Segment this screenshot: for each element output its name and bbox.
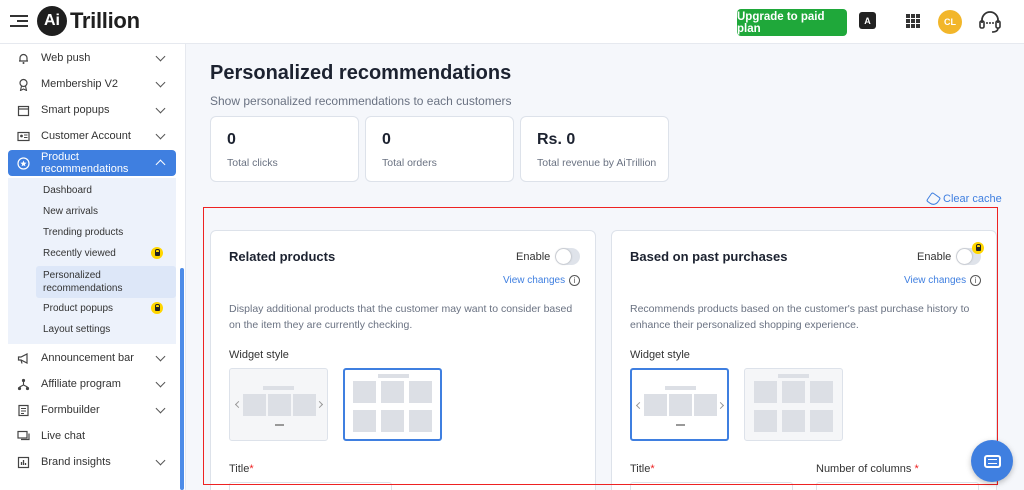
sidebar-scrollbar[interactable] — [180, 268, 184, 490]
submenu-item-trending-products[interactable]: Trending products — [43, 227, 123, 238]
submenu-item-layout-settings[interactable]: Layout settings — [43, 324, 110, 335]
sidebar-item-membership-v2[interactable]: Membership V2 — [8, 72, 176, 96]
sidebar-item-announcement-bar[interactable]: Announcement bar — [8, 346, 176, 370]
clear-cache-label: Clear cache — [943, 193, 1002, 205]
lock-icon — [151, 302, 163, 314]
sidebar-item-customer-account[interactable]: Customer Account — [8, 124, 176, 148]
sidebar-item-affiliate-program[interactable]: Affiliate program — [8, 372, 176, 396]
chevron-down-icon — [155, 351, 166, 361]
sidebar-item-label: Formbuilder — [41, 404, 100, 416]
sidebar: Web push Membership V2 Smart popups Cust… — [0, 44, 186, 490]
id-card-icon — [16, 129, 30, 143]
stat-label: Total revenue by AiTrillion — [537, 157, 657, 169]
menu-toggle-icon[interactable] — [10, 12, 28, 30]
clear-cache-link[interactable]: Clear cache — [925, 191, 1002, 207]
submenu-item-recently-viewed[interactable]: Recently viewed — [43, 248, 116, 259]
support-headset-icon[interactable] — [976, 8, 1004, 36]
sidebar-item-label: Product recommendations — [41, 151, 129, 175]
sidebar-item-product-recommendations[interactable]: Product recommendations — [8, 150, 176, 176]
chevron-up-icon — [155, 159, 166, 170]
sidebar-item-label: Membership V2 — [41, 78, 119, 90]
submenu-label-line1: Personalized — [43, 270, 101, 281]
sidebar-item-brand-insights[interactable]: Brand insights — [8, 450, 176, 474]
sidebar-item-label: Customer Account — [41, 130, 131, 142]
chevron-down-icon — [155, 455, 166, 465]
stat-value: 0 — [382, 131, 391, 148]
app-logo[interactable]: Ai Trillion — [37, 6, 140, 36]
stat-card-total-orders: 0 Total orders — [365, 116, 514, 182]
highlight-frame — [203, 207, 998, 485]
sidebar-item-label: Live chat — [41, 430, 86, 442]
sidebar-item-label: Brand insights — [41, 456, 111, 468]
chevron-down-icon — [155, 77, 166, 87]
award-icon — [16, 77, 30, 91]
apps-grid-icon[interactable] — [906, 14, 920, 28]
stat-label: Total orders — [382, 157, 437, 169]
sidebar-item-smart-popups[interactable]: Smart popups — [8, 98, 176, 122]
lock-icon — [151, 247, 163, 259]
logo-text: Trillion — [70, 8, 140, 33]
chat-icon — [16, 429, 30, 443]
submenu-item-dashboard[interactable]: Dashboard — [43, 185, 92, 196]
chat-launcher-button[interactable] — [971, 440, 1013, 482]
network-icon — [16, 377, 30, 391]
bell-icon — [16, 51, 30, 65]
chevron-down-icon — [155, 129, 166, 139]
sidebar-item-label: Affiliate program — [41, 378, 121, 390]
page-title: Personalized recommendations — [210, 62, 512, 84]
submenu-label-line2: recommendations — [43, 283, 123, 294]
chevron-down-icon — [155, 377, 166, 387]
page-subtitle: Show personalized recommendations to eac… — [210, 94, 512, 108]
chevron-down-icon — [155, 51, 166, 61]
chart-icon — [16, 455, 30, 469]
stat-value: Rs. 0 — [537, 131, 576, 148]
chevron-down-icon — [155, 403, 166, 413]
stat-label: Total clicks — [227, 157, 278, 169]
popup-icon — [16, 103, 30, 117]
top-header: Ai Trillion Upgrade to paid plan A CL — [0, 0, 1024, 44]
broom-icon — [925, 191, 942, 207]
sidebar-item-label: Announcement bar — [41, 352, 134, 364]
upgrade-button[interactable]: Upgrade to paid plan — [737, 9, 847, 36]
logo-mark: Ai — [37, 6, 67, 36]
megaphone-icon — [16, 351, 30, 365]
translate-icon[interactable]: A — [859, 12, 876, 29]
user-avatar[interactable]: CL — [938, 10, 962, 34]
stat-value: 0 — [227, 131, 236, 148]
sidebar-item-formbuilder[interactable]: Formbuilder — [8, 398, 176, 422]
sidebar-item-label: Smart popups — [41, 104, 110, 116]
stat-card-total-revenue: Rs. 0 Total revenue by AiTrillion — [520, 116, 669, 182]
sidebar-item-live-chat[interactable]: Live chat — [8, 424, 176, 448]
submenu-item-new-arrivals[interactable]: New arrivals — [43, 206, 98, 217]
star-badge-icon — [16, 156, 30, 170]
chat-bubble-icon — [983, 454, 1001, 468]
main-content: Personalized recommendations Show person… — [186, 44, 1024, 490]
stat-card-total-clicks: 0 Total clicks — [210, 116, 359, 182]
form-icon — [16, 403, 30, 417]
product-recommendations-submenu: Dashboard New arrivals Trending products… — [8, 178, 176, 344]
submenu-item-product-popups[interactable]: Product popups — [43, 303, 113, 314]
sidebar-item-web-push[interactable]: Web push — [8, 46, 176, 70]
chevron-down-icon — [155, 103, 166, 113]
submenu-item-personalized-recommendations[interactable]: Personalized recommendations — [36, 266, 176, 298]
sidebar-item-label: Web push — [41, 52, 91, 64]
